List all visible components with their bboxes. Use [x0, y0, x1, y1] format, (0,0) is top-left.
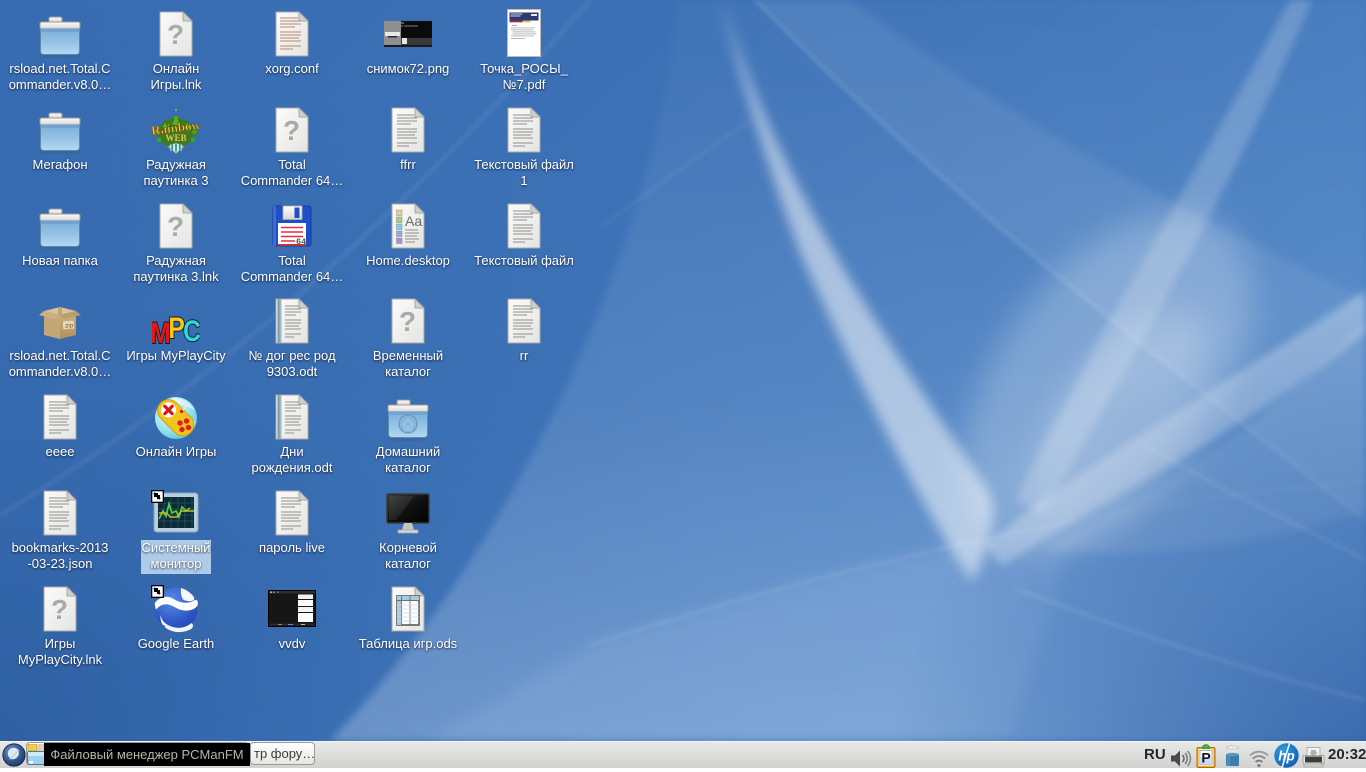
svg-text:hp: hp: [1278, 749, 1295, 764]
svg-text:P: P: [1201, 750, 1210, 766]
